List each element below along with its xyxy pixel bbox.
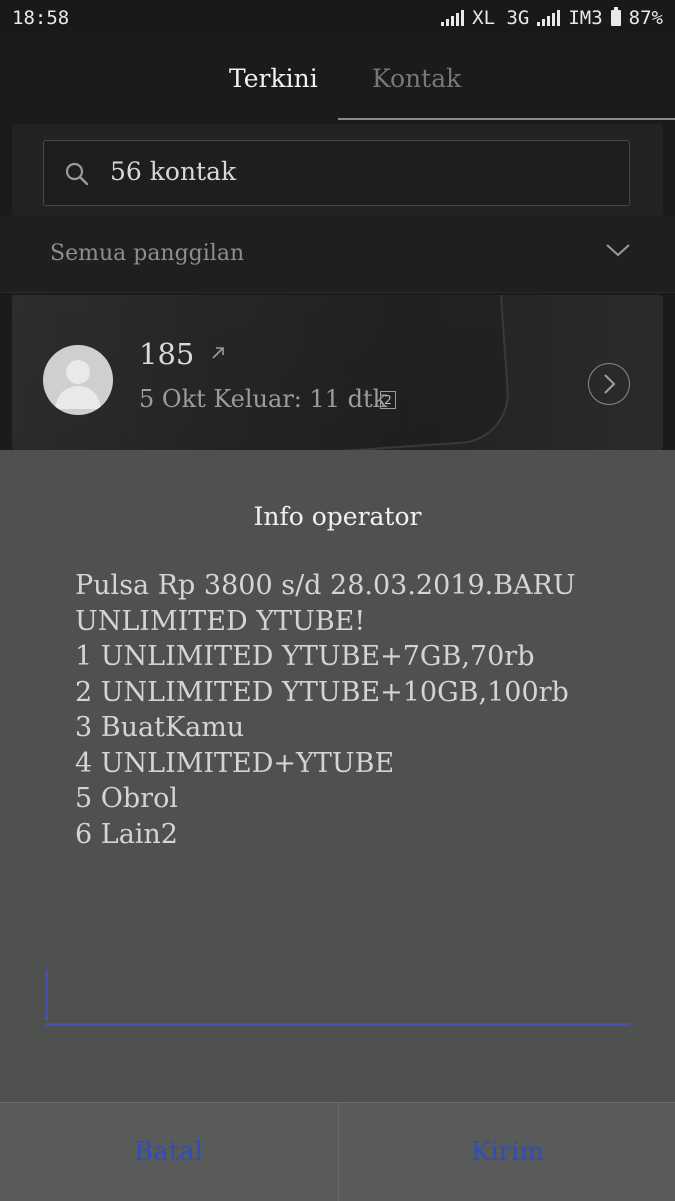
carrier-2: IM3 bbox=[568, 7, 603, 29]
text-cursor bbox=[45, 970, 48, 1020]
signal-icon bbox=[537, 10, 561, 26]
reply-input[interactable] bbox=[45, 970, 634, 1028]
operator-info-dialog: Info operator Pulsa Rp 3800 s/d 28.03.20… bbox=[0, 450, 675, 1201]
message-line: 4 UNLIMITED+YTUBE bbox=[75, 747, 395, 779]
call-count-badge: 2 bbox=[380, 391, 396, 409]
tab-bar: Terkini Kontak bbox=[0, 38, 675, 120]
person-icon bbox=[55, 360, 101, 409]
status-right: XL 3G IM3 87% bbox=[441, 7, 663, 29]
call-filter-label: Semua panggilan bbox=[50, 241, 245, 266]
message-line: 3 BuatKamu bbox=[75, 712, 245, 743]
call-filter-dropdown[interactable]: Semua panggilan bbox=[0, 216, 675, 293]
search-placeholder: 56 kontak bbox=[110, 157, 237, 186]
message-line: 5 Obrol bbox=[75, 783, 178, 814]
chevron-down-icon bbox=[606, 244, 630, 257]
message-line: 1 UNLIMITED YTUBE+7GB,70rb bbox=[75, 641, 535, 672]
message-line: 6 Lain2 bbox=[75, 818, 178, 850]
avatar bbox=[43, 345, 113, 415]
dialog-button-row: Batal Kirim bbox=[0, 1102, 675, 1201]
message-line: Pulsa Rp 3800 s/d 28.03.2019.BARU bbox=[75, 570, 576, 601]
search-input[interactable]: 56 kontak bbox=[43, 140, 630, 206]
tab-kontak[interactable]: Kontak bbox=[372, 64, 461, 93]
battery-icon bbox=[610, 7, 621, 26]
input-underline bbox=[45, 1023, 630, 1026]
signal-icon bbox=[441, 10, 465, 26]
search-icon bbox=[65, 162, 89, 186]
call-number: 185 bbox=[139, 337, 195, 371]
cancel-button[interactable]: Batal bbox=[0, 1103, 337, 1201]
carrier-1: XL 3G bbox=[472, 7, 530, 29]
battery-level: 87% bbox=[628, 7, 663, 29]
outgoing-call-icon bbox=[212, 347, 224, 359]
tab-indicator bbox=[338, 118, 675, 120]
call-detail: 5 Okt Keluar: 11 dtk bbox=[139, 385, 388, 413]
search-area: 56 kontak bbox=[12, 124, 663, 216]
message-line: 2 UNLIMITED YTUBE+10GB,100rb bbox=[75, 676, 569, 708]
dialog-message: Pulsa Rp 3800 s/d 28.03.2019.BARU UNLIMI… bbox=[75, 568, 615, 852]
call-details-button[interactable] bbox=[588, 363, 630, 405]
message-line: UNLIMITED YTUBE! bbox=[75, 605, 366, 637]
chevron-right-icon bbox=[604, 374, 616, 394]
tab-terkini[interactable]: Terkini bbox=[229, 64, 318, 93]
call-log-item[interactable]: 185 5 Okt Keluar: 11 dtk 2 bbox=[12, 295, 663, 450]
status-time: 18:58 bbox=[12, 7, 70, 29]
status-bar: 18:58 XL 3G IM3 87% bbox=[0, 0, 675, 38]
dialog-title: Info operator bbox=[253, 502, 422, 531]
send-button[interactable]: Kirim bbox=[338, 1103, 675, 1201]
